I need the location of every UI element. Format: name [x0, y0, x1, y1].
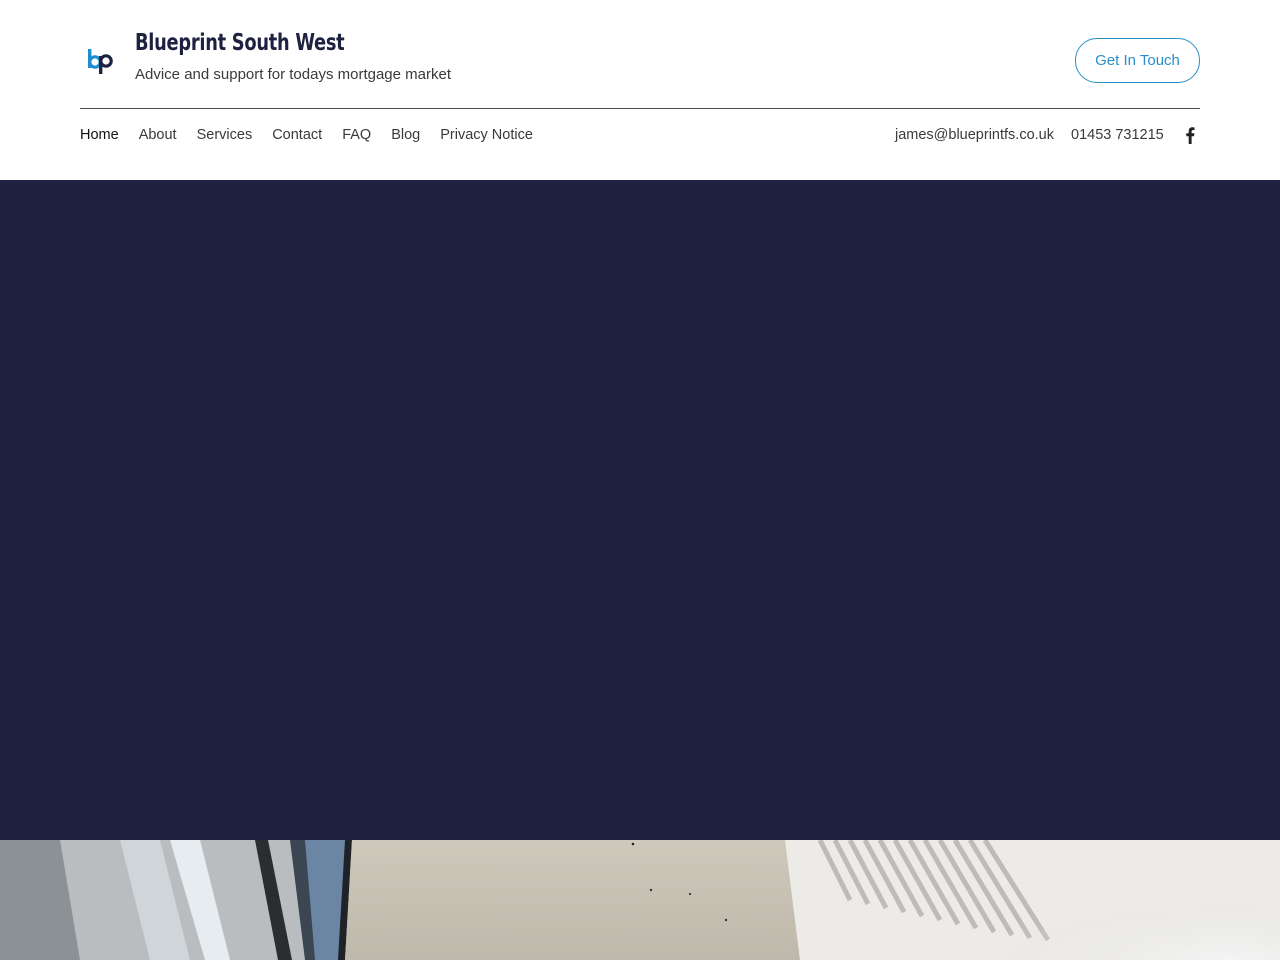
nav-item-blog[interactable]: Blog	[391, 124, 420, 146]
nav-item-services[interactable]: Services	[197, 124, 253, 146]
hero-banner	[0, 180, 1280, 840]
nav-item-contact[interactable]: Contact	[272, 124, 322, 146]
site-title[interactable]: Blueprint South West	[135, 30, 345, 56]
get-in-touch-button[interactable]: Get In Touch	[1075, 38, 1200, 83]
site-header: Blueprint South West Advice and support …	[0, 0, 1280, 180]
site-tagline: Advice and support for todays mortgage m…	[135, 66, 451, 83]
nav-item-about[interactable]: About	[139, 124, 177, 146]
stairwell-photo	[0, 840, 1280, 960]
header-divider	[80, 108, 1200, 109]
main-nav: Home About Services Contact FAQ Blog Pri…	[80, 124, 533, 146]
contact-email[interactable]: james@blueprintfs.co.uk	[895, 124, 1054, 146]
nav-item-faq[interactable]: FAQ	[342, 124, 371, 146]
facebook-icon[interactable]	[1182, 126, 1198, 144]
nav-item-home[interactable]: Home	[80, 124, 119, 146]
contact-phone[interactable]: 01453 731215	[1071, 124, 1164, 146]
nav-item-privacy-notice[interactable]: Privacy Notice	[440, 124, 533, 146]
bp-logo-icon[interactable]	[86, 46, 114, 74]
